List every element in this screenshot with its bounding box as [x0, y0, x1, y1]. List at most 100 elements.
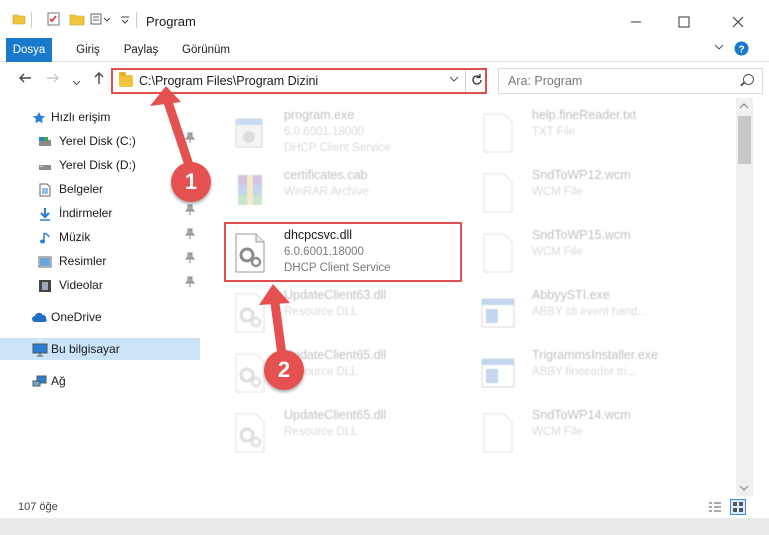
- refresh-icon[interactable]: [470, 72, 484, 91]
- address-path: C:\Program Files\Program Dizini: [139, 74, 319, 88]
- star-icon: [32, 110, 46, 124]
- file-item[interactable]: help.fineReader.txt TXT File: [468, 104, 708, 160]
- file-icon: [478, 231, 518, 275]
- dll-icon: [230, 291, 270, 335]
- cloud-icon: [32, 310, 47, 324]
- file-name: certificates.cab: [284, 168, 368, 182]
- search-input[interactable]: Ara: Program: [498, 68, 763, 94]
- pin-icon[interactable]: [184, 274, 196, 296]
- sidebar-item-pictures[interactable]: Resimler: [0, 250, 200, 272]
- maximize-button[interactable]: [664, 7, 704, 37]
- drive-icon: [38, 158, 52, 172]
- video-icon: [38, 278, 52, 292]
- sidebar-item-onedrive[interactable]: OneDrive: [0, 306, 200, 328]
- pin-icon[interactable]: [184, 130, 196, 152]
- file-icon: [478, 171, 518, 215]
- file-item[interactable]: UpdateClient65.dll Resource DLL: [220, 344, 460, 400]
- tab-gorunum[interactable]: Görünüm: [176, 38, 236, 62]
- scroll-thumb[interactable]: [738, 116, 751, 164]
- vertical-scrollbar[interactable]: [736, 98, 753, 496]
- forward-button[interactable]: [46, 71, 60, 89]
- file-name: TrigrammsInstaller.exe: [532, 348, 658, 362]
- file-item[interactable]: certificates.cab WinRAR Archive: [220, 164, 460, 220]
- sidebar-item-music[interactable]: Müzik: [0, 226, 200, 248]
- file-item[interactable]: SndToWP15.wcm WCM File: [468, 224, 708, 280]
- file-detail: 6.0.6001.18000: [284, 126, 364, 138]
- pin-icon[interactable]: [184, 226, 196, 248]
- scroll-down-icon[interactable]: [739, 484, 749, 494]
- tab-paylas[interactable]: Paylaş: [118, 38, 164, 62]
- sidebar-item-disk-c[interactable]: Yerel Disk (C:): [0, 130, 200, 152]
- properties-icon[interactable]: [46, 11, 62, 27]
- expand-ribbon-icon[interactable]: [713, 41, 725, 56]
- details-view-icon[interactable]: [708, 501, 722, 516]
- file-item[interactable]: UpdateClient65.dll Resource DLL: [220, 404, 460, 460]
- file-name: UpdateClient63.dll: [284, 288, 387, 302]
- recent-locations-icon[interactable]: [72, 74, 81, 91]
- window-bottom-edge: [0, 518, 769, 535]
- address-dropdown-icon[interactable]: [449, 74, 459, 87]
- pin-icon[interactable]: [184, 250, 196, 272]
- scroll-up-icon[interactable]: [739, 102, 749, 112]
- file-detail: DHCP Client Service: [284, 142, 391, 154]
- up-button[interactable]: [92, 71, 106, 89]
- sidebar-item-this-pc[interactable]: Bu bilgisayar: [0, 338, 200, 360]
- quick-access-dropdown-icon[interactable]: [120, 14, 130, 24]
- file-list: program.exe 6.0.6001.18000 DHCP Client S…: [210, 98, 736, 496]
- file-icon: [478, 411, 518, 455]
- sidebar-item-videos[interactable]: Videolar: [0, 274, 200, 296]
- file-item[interactable]: UpdateClient63.dll Resource DLL: [220, 284, 460, 340]
- sidebar-item-label: Videolar: [59, 278, 103, 292]
- tab-giris[interactable]: Giriş: [66, 38, 110, 62]
- computer-icon: [32, 342, 48, 357]
- tab-dosya[interactable]: Dosya: [6, 38, 52, 62]
- sidebar-item-label: Bu bilgisayar: [51, 342, 120, 356]
- file-detail: ABBY fineeader tri...: [532, 366, 636, 378]
- archive-icon: [230, 171, 270, 215]
- file-item[interactable]: AbbyySTI.exe ABBY sti event hand...: [468, 284, 708, 340]
- file-name: SndToWP15.wcm: [532, 228, 631, 242]
- search-placeholder: Ara: Program: [508, 74, 583, 88]
- close-button[interactable]: [718, 7, 758, 37]
- view-options-icon[interactable]: [90, 12, 116, 28]
- sidebar-item-network[interactable]: Ağ: [0, 370, 200, 392]
- help-icon[interactable]: ?: [734, 41, 749, 59]
- file-item[interactable]: TrigrammsInstaller.exe ABBY fineeader tr…: [468, 344, 708, 400]
- sidebar-item-label: OneDrive: [51, 310, 102, 324]
- file-name: AbbyySTI.exe: [532, 288, 610, 302]
- document-icon: [38, 182, 52, 197]
- separator: [465, 70, 466, 92]
- sidebar-item-label: İndirmeler: [59, 206, 113, 220]
- sidebar-item-downloads[interactable]: İndirmeler: [0, 202, 200, 224]
- window-title: Program: [146, 14, 196, 29]
- sidebar-item-documents[interactable]: Belgeler: [0, 178, 200, 200]
- file-detail: ABBY sti event hand...: [532, 306, 647, 318]
- sidebar-item-quick-access[interactable]: Hızlı erişim: [0, 106, 200, 128]
- sidebar-item-label: Ağ: [51, 374, 66, 388]
- file-name: help.fineReader.txt: [532, 108, 637, 122]
- separator: [136, 12, 137, 28]
- file-item[interactable]: program.exe 6.0.6001.18000 DHCP Client S…: [220, 104, 460, 160]
- file-name: SndToWP14.wcm: [532, 408, 631, 422]
- title-bar: Program: [0, 0, 769, 38]
- download-icon: [38, 206, 52, 221]
- file-name: program.exe: [284, 108, 355, 122]
- address-bar[interactable]: C:\Program Files\Program Dizini: [111, 68, 487, 94]
- minimize-button[interactable]: [616, 7, 656, 37]
- new-folder-icon[interactable]: [69, 12, 85, 26]
- back-button[interactable]: [18, 71, 32, 89]
- ribbon-tabs: Dosya Giriş Paylaş Görünüm ?: [0, 38, 769, 62]
- music-icon: [38, 230, 52, 244]
- file-detail: WCM File: [532, 246, 583, 258]
- file-item[interactable]: SndToWP12.wcm WCM File: [468, 164, 708, 220]
- exe-icon: [478, 291, 518, 335]
- file-detail: WinRAR Archive: [284, 186, 369, 198]
- exe-icon: [478, 351, 518, 395]
- sidebar-item-label: Müzik: [59, 230, 91, 244]
- large-icons-view-icon[interactable]: [730, 499, 746, 515]
- sidebar-item-disk-d[interactable]: Yerel Disk (D:): [0, 154, 200, 176]
- network-icon: [32, 374, 47, 388]
- dll-icon: [230, 411, 270, 455]
- file-item[interactable]: SndToWP14.wcm WCM File: [468, 404, 708, 460]
- pin-icon[interactable]: [184, 202, 196, 224]
